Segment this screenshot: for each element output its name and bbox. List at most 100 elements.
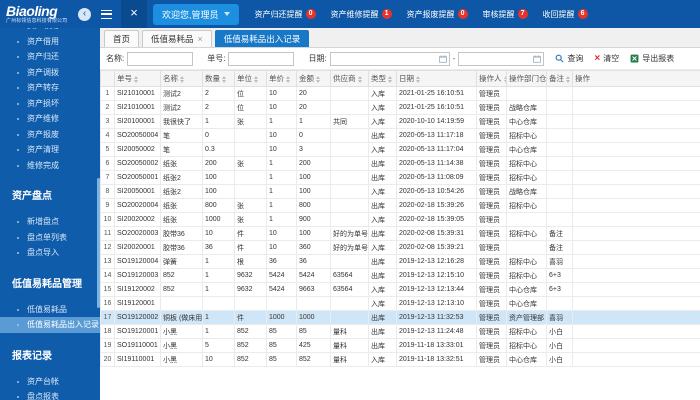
table-row[interactable]: 2 SI21010001 测试2 2 位 10 20 入库 2021-01-25 16:10:5…	[100, 100, 700, 115]
cell: 招标中心	[506, 254, 547, 269]
clear-button[interactable]: × 清空	[594, 53, 619, 64]
notification-item[interactable]: 资产维修提醒 1	[331, 9, 392, 20]
sidebar-item[interactable]: 资产借用	[0, 34, 100, 50]
table-row[interactable]: 14 SO19120003 852 1 9632 5424 5424 63564 出库 2019-…	[100, 268, 700, 283]
tab[interactable]: 首页	[104, 30, 140, 47]
table-row[interactable]: 4 SO20050004 笔 0 10 0 出库 2020-05-13 11:17:18 管理员…	[100, 128, 700, 143]
cell-operation	[572, 254, 700, 269]
table-row[interactable]: 20 SI19110001 小黑 10 852 85 852 量科 入库 2019-11-18 1…	[100, 352, 700, 367]
cell	[546, 170, 573, 185]
cell: 2019-11-18 13:33:01	[396, 338, 477, 353]
tab[interactable]: 低值易耗品 ×	[142, 30, 212, 47]
column-header[interactable]: 金额	[296, 70, 331, 87]
order-filter-input[interactable]	[228, 51, 295, 66]
cell: 2	[202, 100, 235, 115]
sidebar-item[interactable]: 盘点导入	[0, 245, 100, 261]
column-header[interactable]: 单号	[114, 70, 161, 87]
sidebar-item[interactable]: 资产台帐	[0, 374, 100, 390]
cell: 5424	[266, 282, 297, 297]
tab-close-icon[interactable]: ×	[198, 35, 203, 44]
notification-item[interactable]: 资产报废提醒 0	[407, 9, 468, 20]
cell: 852	[296, 352, 331, 367]
table-row[interactable]: 16 SI19120001 入库 2019-12-13 12:13:10 管理员 中心仓库	[100, 296, 700, 311]
table-row[interactable]: 11 SO20020003 胶带36 10 件 10 100 好的为单号 出库 2020-02-0…	[100, 226, 700, 241]
calendar-icon[interactable]	[533, 55, 542, 63]
cell: 张	[234, 198, 267, 213]
export-report-button[interactable]: 导出报表	[630, 53, 674, 64]
sidebar-item[interactable]: 新增盘点	[0, 214, 100, 230]
table-row[interactable]: 12 SI20020001 胶带36 36 件 10 360 好的为单号 入库 2020-02-0…	[100, 240, 700, 255]
column-header[interactable]: 日期	[396, 70, 477, 87]
table-row[interactable]: 17 SO19120002 铜板 (做床用 1 件 1000 1000 出库 2019-12-1…	[100, 310, 700, 325]
column-header[interactable]: 数量	[202, 70, 235, 87]
cell: 出库	[368, 338, 397, 353]
cell: 9632	[234, 282, 267, 297]
table-row[interactable]: 18 SO19120001 小黑 1 852 85 85 量科 出库 2019-12-13 11:…	[100, 324, 700, 339]
column-header: 操作部门仓库	[506, 70, 547, 87]
welcome-text: 欢迎您,管理员	[162, 9, 219, 20]
table-row[interactable]: 1 SI21010001 测试2 2 位 10 20 入库 2021-01-25 16:10:5…	[100, 86, 700, 101]
user-menu-button[interactable]: 欢迎您,管理员	[153, 3, 239, 25]
notification-item[interactable]: 审核提醒 7	[483, 9, 528, 20]
search-button[interactable]: 查询	[555, 53, 583, 64]
column-header[interactable]: 名称	[160, 70, 203, 87]
table-row[interactable]: 10 SI20020002 纸张 1000 张 1 900 入库 2020-02-18 15:3…	[100, 212, 700, 227]
cell: 位	[234, 100, 267, 115]
sidebar-item[interactable]: 资产清理	[0, 142, 100, 158]
column-header[interactable]: 供应商	[330, 70, 369, 87]
cell: 管理员	[476, 86, 507, 101]
table-row[interactable]: 6 SO20050002 纸张 200 张 1 200 出库 2020-05-13 11:14:…	[100, 156, 700, 171]
table-row[interactable]: 15 SI19120002 852 1 9632 5424 9663 63564 入库 2019-…	[100, 282, 700, 297]
table-row[interactable]: 19 SO19110001 小黑 5 852 85 425 量科 出库 2019-11-18 13…	[100, 338, 700, 353]
notification-item[interactable]: 资产归还提醒 0	[255, 9, 316, 20]
column-header-label: 单位	[237, 74, 252, 83]
sidebar-item[interactable]: 资产转存	[0, 80, 100, 96]
sidebar-collapse-button[interactable]: ‹	[78, 7, 91, 21]
cell: 件	[234, 226, 267, 241]
cell: 中心仓库	[506, 352, 547, 367]
sidebar-item[interactable]: 资产报废	[0, 127, 100, 143]
column-header[interactable]: 备注	[546, 70, 573, 87]
calendar-icon[interactable]	[438, 55, 447, 63]
cell: 2020-02-08 15:39:31	[396, 226, 477, 241]
cell: 招标中心	[506, 170, 547, 185]
cell	[234, 170, 267, 185]
sidebar-item[interactable]: 维修完成	[0, 158, 100, 174]
sidebar-item[interactable]: 低值易耗品出入记录	[0, 317, 100, 333]
cell: SI20100001	[114, 114, 161, 129]
column-header[interactable]: 操作人	[476, 70, 507, 87]
sidebar-item[interactable]: 资产维修	[0, 111, 100, 127]
table-row[interactable]: 5 SI20050002 笔 0.3 10 3 入库 2020-05-13 11:17:04 管…	[100, 142, 700, 157]
cell: 63564	[330, 268, 369, 283]
sidebar-item[interactable]: 资产调拨	[0, 65, 100, 81]
sidebar-item[interactable]: 低值易耗品	[0, 302, 100, 318]
sidebar-item[interactable]: 资产归还	[0, 49, 100, 65]
hamburger-icon[interactable]	[101, 9, 112, 19]
cell: 1	[266, 170, 297, 185]
notification-item[interactable]: 收回提醒 6	[543, 9, 588, 20]
cell-operation	[572, 282, 700, 297]
column-header[interactable]: 类型	[368, 70, 397, 87]
cell: 1	[202, 310, 235, 325]
column-header[interactable]: 单价	[266, 70, 297, 87]
column-header-label: 备注	[549, 74, 564, 83]
sidebar-item[interactable]: 盘点单列表	[0, 230, 100, 246]
column-header[interactable]: 单位	[234, 70, 267, 87]
date-to-input[interactable]	[459, 52, 534, 65]
table-row[interactable]: 13 SO19120004 弹簧 1 根 36 36 出库 2019-12-13 12:16:2…	[100, 254, 700, 269]
table-row[interactable]: 9 SO20020004 纸张 800 张 1 800 出库 2020-02-18 15:39:…	[100, 198, 700, 213]
table-row[interactable]: 8 SI20050001 纸张2 100 1 100 入库 2020-05-13 10:54:…	[100, 184, 700, 199]
cell: SO19110001	[114, 338, 161, 353]
sidebar-item[interactable]: 资产损坏	[0, 96, 100, 112]
tab[interactable]: 低值易耗品出入记录	[214, 30, 310, 47]
table-row[interactable]: 7 SO20050001 纸张2 100 1 100 出库 2020-05-13 11:08:…	[100, 170, 700, 185]
search-button-label: 查询	[567, 54, 584, 63]
name-filter-input[interactable]	[127, 51, 194, 66]
sort-icon	[388, 75, 392, 83]
sidebar-item[interactable]: 盘点报表	[0, 389, 100, 400]
cell: 纸张2	[160, 170, 203, 185]
table-row[interactable]: 3 SI20100001 我很快了 1 张 1 1 共同 入库 2020-10-10 14:19:…	[100, 114, 700, 129]
cell: 管理员	[476, 198, 507, 213]
close-menu-icon[interactable]: ×	[121, 0, 147, 28]
date-from-input[interactable]	[330, 52, 439, 65]
